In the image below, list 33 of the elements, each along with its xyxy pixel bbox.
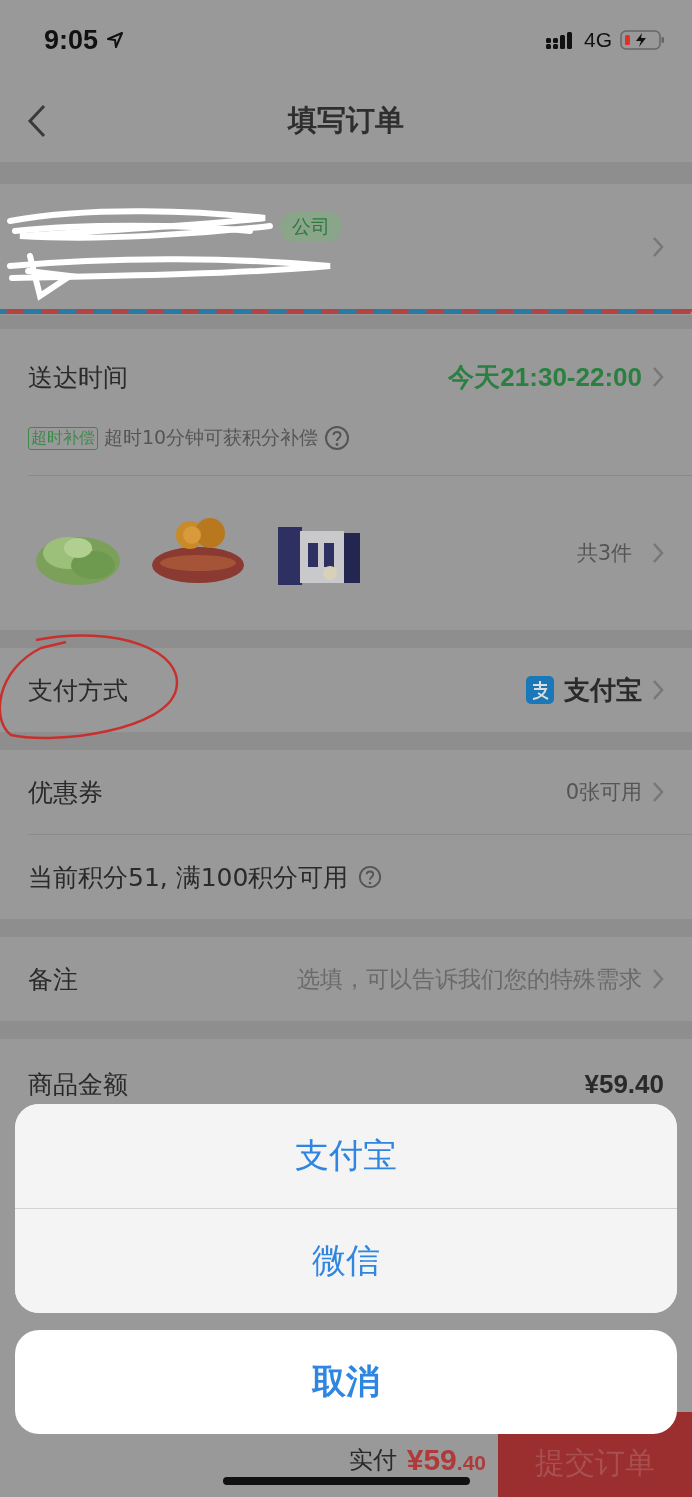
page-title: 填写订单 (288, 102, 404, 139)
payment-label: 支付方式 (28, 674, 128, 707)
chevron-right-icon (652, 968, 664, 990)
address-card[interactable]: 公司 (0, 184, 692, 309)
cancel-button[interactable]: 取消 (15, 1330, 677, 1434)
chevron-right-icon (652, 366, 664, 388)
payment-method[interactable]: 支付宝 (564, 672, 642, 708)
pay-label: 实付 (348, 1444, 397, 1476)
delivery-label: 送达时间 (28, 361, 128, 394)
help-icon[interactable] (358, 865, 383, 889)
points-text: 当前积分51, 满100积分可用 (28, 861, 349, 894)
amount-label: 商品金额 (28, 1068, 128, 1101)
address-tag: 公司 (280, 212, 342, 242)
item-count[interactable]: 共3件 (576, 539, 632, 567)
network-label: 4G (584, 28, 612, 52)
battery-icon (620, 29, 666, 51)
pay-price: ¥59.40 (406, 1442, 486, 1477)
back-icon[interactable] (26, 103, 48, 139)
delivery-time[interactable]: 今天21:30-22:00 (448, 359, 642, 395)
location-arrow-icon (106, 31, 125, 49)
compensation-note: 超时10分钟可获积分补偿 (104, 425, 319, 450)
status-time: 9:05 (44, 24, 99, 56)
chevron-right-icon (652, 236, 664, 258)
chevron-right-icon (652, 781, 664, 803)
remark-label: 备注 (28, 963, 78, 996)
help-icon[interactable] (324, 425, 351, 451)
coupon-label: 优惠券 (28, 776, 103, 809)
alipay-icon (526, 676, 554, 704)
coupon-count[interactable]: 0张可用 (565, 778, 642, 806)
chevron-right-icon (652, 542, 664, 564)
amount-value: ¥59.40 (584, 1068, 664, 1100)
compensation-badge: 超时补偿 (28, 426, 98, 450)
chevron-right-icon (652, 679, 664, 701)
